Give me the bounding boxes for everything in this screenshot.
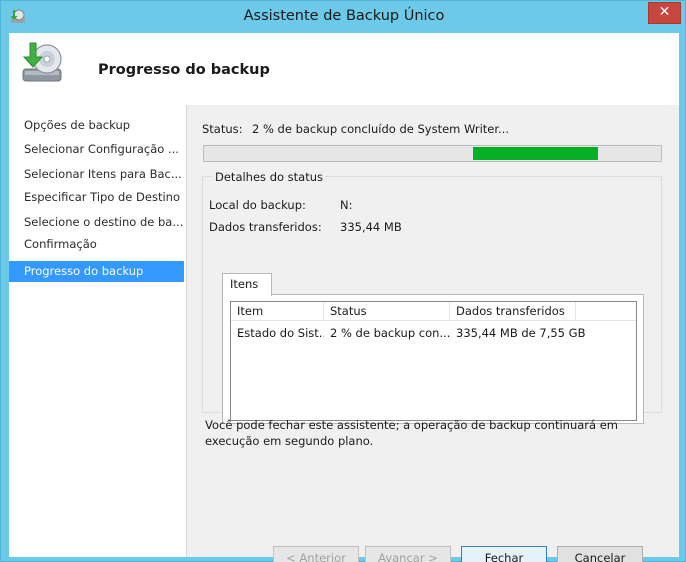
backup-progress-bar	[203, 145, 662, 162]
data-transferred-value: 335,44 MB	[340, 220, 402, 234]
title-bar[interactable]: Assistente de Backup Único ✕	[1, 1, 686, 33]
column-header-status[interactable]: Status	[324, 302, 450, 321]
page-title: Progresso do backup	[98, 62, 270, 78]
nav-item-backup-options[interactable]: Opções de backup	[9, 115, 184, 136]
tab-items[interactable]: Itens	[222, 273, 272, 296]
nav-item-select-destination[interactable]: Selecione o destino de ba...	[9, 212, 184, 233]
nav-item-select-items[interactable]: Selecionar Itens para Bac...	[9, 164, 184, 185]
backup-location-value: N:	[340, 198, 353, 212]
data-transferred-label: Dados transferidos:	[209, 220, 322, 234]
wizard-window: Assistente de Backup Único ✕ Progresso d…	[0, 0, 686, 562]
close-wizard-button[interactable]: Fechar	[461, 546, 547, 562]
backup-drive-icon	[22, 42, 62, 82]
table-cell-item: Estado do Sist...	[237, 326, 324, 340]
close-window-button[interactable]: ✕	[648, 2, 681, 24]
items-list[interactable]: Item Status Dados transferidos Estado do…	[230, 301, 637, 421]
nav-item-confirmation[interactable]: Confirmação	[9, 234, 184, 255]
nav-item-backup-progress[interactable]: Progresso do backup	[9, 261, 184, 282]
status-details-legend: Detalhes do status	[213, 170, 326, 184]
status-label: Status:	[202, 122, 243, 136]
table-cell-data-transferred: 335,44 MB de 7,55 GB	[456, 326, 586, 340]
wizard-step-nav: Opções de backup Selecionar Configuração…	[9, 105, 186, 557]
status-text: 2 % de backup concluído de System Writer…	[252, 122, 510, 136]
cancel-button[interactable]: Cancelar	[557, 546, 643, 562]
column-header-data-transferred[interactable]: Dados transferidos	[450, 302, 576, 321]
items-list-header: Item Status Dados transferidos	[231, 302, 636, 321]
backup-location-label: Local do backup:	[209, 198, 306, 212]
wizard-content: Status: 2 % de backup concluído de Syste…	[186, 105, 679, 562]
wizard-header: Progresso do backup	[9, 33, 679, 105]
window-title: Assistente de Backup Único	[243, 8, 445, 24]
wizard-client-area: Progresso do backup Opções de backup Sel…	[9, 33, 679, 562]
progress-bar-fill	[472, 147, 599, 160]
column-header-item[interactable]: Item	[231, 302, 324, 321]
nav-item-destination-type[interactable]: Especificar Tipo de Destino	[9, 187, 184, 208]
items-tab-panel: Item Status Dados transferidos Estado do…	[222, 294, 644, 424]
previous-button[interactable]: < Anterior	[273, 546, 359, 562]
background-run-note: Você pode fechar este assistente; a oper…	[205, 418, 618, 448]
nav-item-select-configuration[interactable]: Selecionar Configuração ...	[9, 139, 184, 160]
close-icon: ✕	[658, 4, 671, 20]
next-button[interactable]: Avançar >	[365, 546, 451, 562]
table-cell-status: 2 % de backup con...	[330, 326, 450, 340]
